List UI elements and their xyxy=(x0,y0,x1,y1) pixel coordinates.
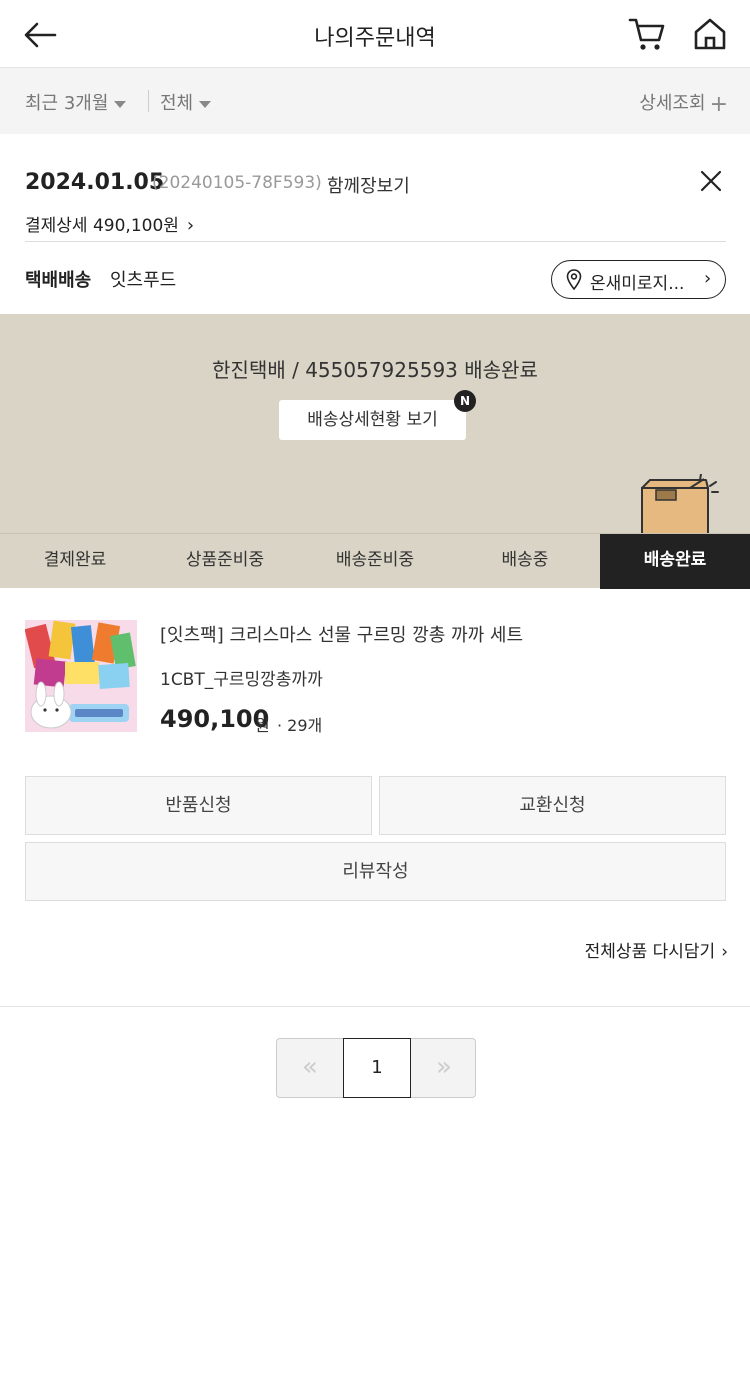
store-button[interactable]: 온새미로지... › xyxy=(551,260,726,299)
write-review-button[interactable]: 리뷰작성 xyxy=(25,842,726,901)
chevron-right-icon: › xyxy=(721,942,728,962)
period-dropdown[interactable]: 최근 3개월 xyxy=(25,89,127,115)
readd-all-to-cart-link[interactable]: 전체상품 다시담기 › xyxy=(585,937,728,962)
step-preparing-shipment: 배송준비중 xyxy=(335,550,415,570)
step-payment-complete: 결제완료 xyxy=(43,550,107,570)
parcel-box-icon xyxy=(641,474,719,534)
order-channel: 함께장보기 xyxy=(327,176,410,197)
seller-name: 잇츠푸드 xyxy=(110,270,177,291)
order-number: (20240105-78F593) xyxy=(152,173,322,193)
prev-page-button[interactable]: « xyxy=(277,1039,343,1097)
cart-icon[interactable] xyxy=(628,16,666,52)
step-in-transit: 배송중 xyxy=(501,550,549,570)
current-page[interactable]: 1 xyxy=(343,1038,411,1098)
payment-detail-link[interactable]: 결제상세 490,100원 › xyxy=(25,211,194,236)
plus-icon: + xyxy=(709,92,728,117)
product-name[interactable]: [잇츠팩] 크리스마스 선물 구르밍 깡총 까까 세트 xyxy=(160,621,523,647)
product-option: 1CBT_구르밍깡총까까 xyxy=(160,670,323,690)
tracking-info: 한진택배 / 455057925593 배송완료 xyxy=(212,358,538,382)
close-icon[interactable] xyxy=(700,170,722,192)
payment-detail-label: 결제상세 490,100원 xyxy=(25,216,179,236)
chevron-right-icon: › xyxy=(186,215,195,236)
detail-search-button[interactable]: 상세조회 + xyxy=(639,89,728,117)
step-delivered: 배송완료 xyxy=(600,534,750,589)
caret-down-icon xyxy=(199,100,212,108)
store-button-label: 온새미로지... xyxy=(590,274,685,294)
status-dropdown[interactable]: 전체 xyxy=(160,89,212,115)
divider xyxy=(25,241,726,242)
delivery-status-banner: 한진택배 / 455057925593 배송완료 배송상세현황 보기 N xyxy=(0,314,750,534)
delivery-steps: 결제완료 상품준비중 배송준비중 배송중 배송완료 xyxy=(0,533,750,589)
home-icon[interactable] xyxy=(692,16,728,52)
period-label: 최근 3개월 xyxy=(25,93,109,114)
new-badge: N xyxy=(454,390,476,412)
product-quantity: · 29개 xyxy=(277,716,323,735)
shipping-type: 택배배송 xyxy=(25,270,92,291)
location-pin-icon xyxy=(566,269,582,291)
next-page-button[interactable]: » xyxy=(411,1039,477,1097)
return-request-button[interactable]: 반품신청 xyxy=(25,776,372,835)
readd-label: 전체상품 다시담기 xyxy=(584,942,716,962)
price-unit: 원 xyxy=(255,716,270,735)
pagination: « 1 » xyxy=(276,1038,476,1098)
product-thumbnail[interactable] xyxy=(25,620,137,732)
step-preparing-product: 상품준비중 xyxy=(185,550,265,570)
app-header: 나의주문내역 xyxy=(0,0,750,68)
product-price: 490,100 xyxy=(160,705,270,733)
chevron-right-icon: › xyxy=(704,268,712,289)
exchange-request-button[interactable]: 교환신청 xyxy=(379,776,726,835)
divider xyxy=(0,1006,750,1007)
filter-bar: 최근 3개월 전체 상세조회 + xyxy=(0,68,750,134)
caret-down-icon xyxy=(114,100,127,108)
status-label: 전체 xyxy=(160,93,194,114)
order-date: 2024.01.05 xyxy=(25,170,165,195)
detail-search-label: 상세조회 xyxy=(639,93,706,114)
filter-divider xyxy=(148,90,149,112)
tracking-detail-button[interactable]: 배송상세현황 보기 xyxy=(279,400,466,440)
